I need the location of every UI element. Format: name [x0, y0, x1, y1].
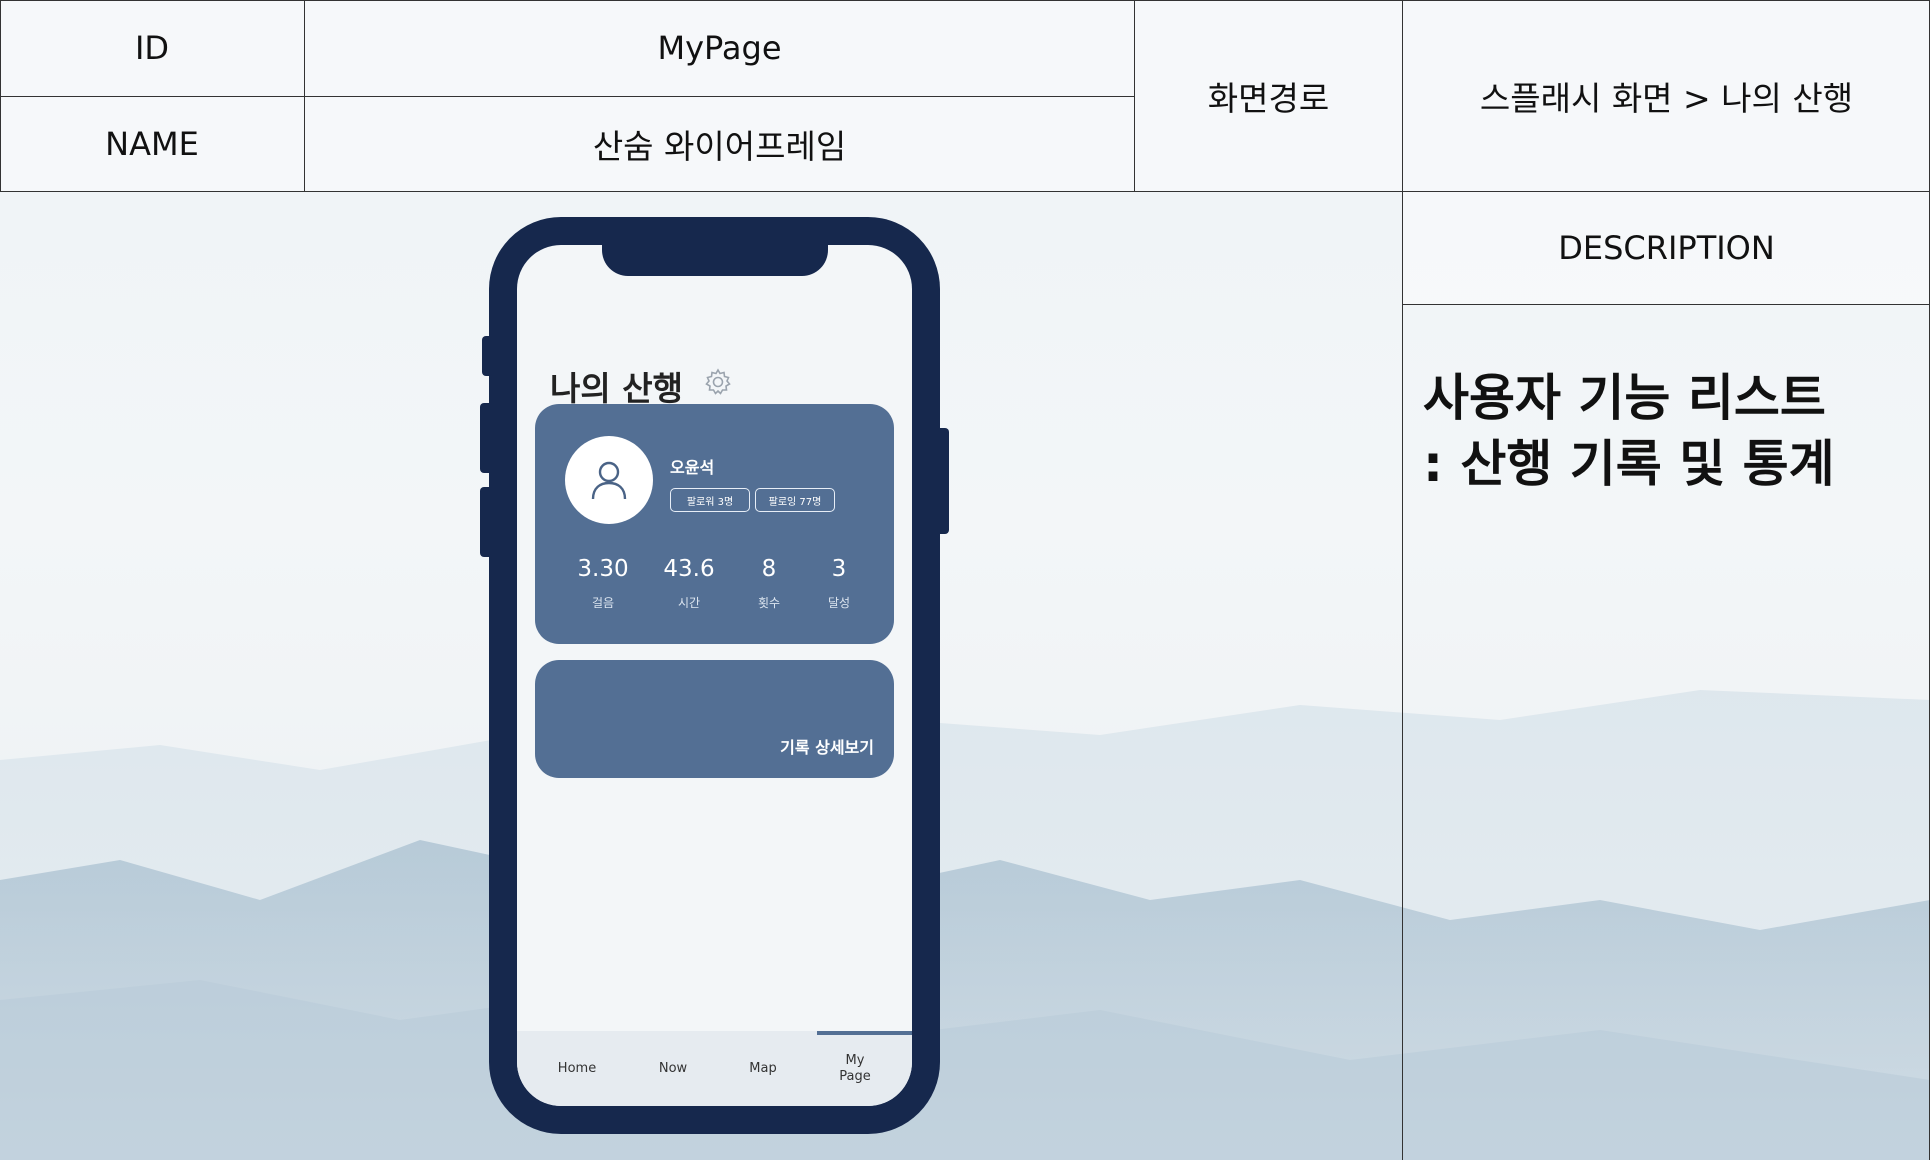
description-line-1: 사용자 기능 리스트: [1423, 369, 1826, 427]
phone-notch: [602, 245, 828, 276]
description-label: DESCRIPTION: [1403, 192, 1930, 304]
followers-chip[interactable]: 팔로워 3명: [670, 488, 750, 512]
gear-icon[interactable]: [703, 367, 733, 397]
name-value: 산숨 와이어프레임: [305, 97, 1134, 191]
profile-card[interactable]: 오윤석 팔로워 3명 팔로잉 77명 3.30 걸음 43.6 시간 8 횟수 …: [535, 404, 894, 644]
id-label: ID: [0, 0, 304, 96]
record-detail-link[interactable]: 기록 상세보기: [780, 734, 874, 758]
stat-achieve-value: 3: [831, 556, 847, 582]
stat-count-label: 횟수: [757, 596, 781, 610]
stat-time-label: 시간: [677, 596, 701, 610]
stat-achieve-label: 달성: [827, 596, 851, 610]
tab-home[interactable]: Home: [532, 1031, 622, 1106]
path-value: 스플래시 화면 > 나의 산행: [1403, 0, 1930, 191]
stat-steps-value: 3.30: [577, 556, 629, 582]
user-name: 오윤석: [670, 458, 715, 477]
stat-steps-label: 걸음: [591, 596, 615, 610]
phone-frame: 나의 산행 오윤석 팔로워 3명 팔로잉 77명 3.30 걸음 43.6 시간…: [489, 217, 940, 1134]
description-text: 사용자 기능 리스트 : 산행 기록 및 통계: [1423, 365, 1923, 497]
id-value: MyPage: [305, 0, 1134, 96]
phone-screen: 나의 산행 오윤석 팔로워 3명 팔로잉 77명 3.30 걸음 43.6 시간…: [517, 245, 912, 1106]
tab-now[interactable]: Now: [628, 1031, 718, 1106]
name-label: NAME: [0, 97, 304, 191]
page-title: 나의 산행: [550, 369, 683, 408]
avatar[interactable]: [565, 436, 653, 524]
tab-map[interactable]: Map: [718, 1031, 808, 1106]
description-line-2: : 산행 기록 및 통계: [1423, 435, 1835, 493]
following-chip[interactable]: 팔로잉 77명: [755, 488, 835, 512]
path-label: 화면경로: [1135, 0, 1402, 191]
record-card[interactable]: 기록 상세보기: [535, 660, 894, 778]
user-avatar-icon: [591, 461, 627, 500]
tab-mypage[interactable]: My Page: [810, 1031, 900, 1106]
stat-count-value: 8: [761, 556, 777, 582]
stat-time-value: 43.6: [663, 556, 715, 582]
